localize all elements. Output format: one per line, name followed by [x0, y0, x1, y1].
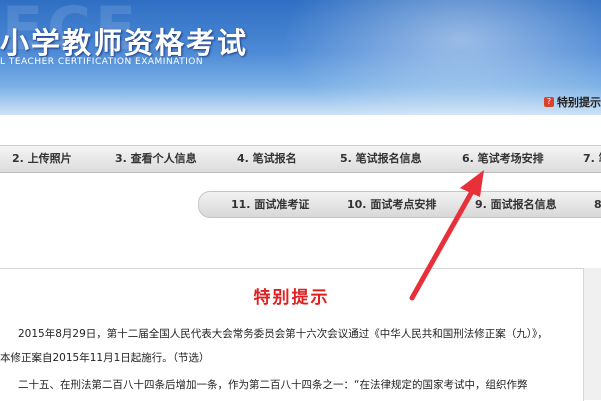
nav-row-1: 2. 上传照片 3. 查看个人信息 4. 笔试报名 5. 笔试报名信息 6. 笔… — [0, 145, 601, 173]
special-notice-label: 特别提示 — [557, 96, 601, 109]
site-title: 小学教师资格考试 — [0, 26, 249, 60]
content-panel: 特别提示 2015年8月29日，第十二届全国人民代表大会常务委员会第十六次会议通… — [0, 268, 584, 401]
special-notice-link[interactable]: ? 特别提示 — [544, 94, 601, 110]
scrollbar[interactable] — [584, 268, 601, 400]
nav-item-7[interactable]: 7. 笔 — [583, 146, 601, 172]
nav-row-2: 11. 面试准考证 10. 面试考点安排 9. 面试报名信息 8 — [198, 191, 601, 218]
nav-interview-venue-arrangement[interactable]: 10. 面试考点安排 — [347, 192, 436, 217]
content-paragraph-1: 2015年8月29日，第十二届全国人民代表大会常务委员会第十六次会议通过《中华人… — [18, 328, 548, 340]
nav-written-exam-arrangement[interactable]: 6. 笔试考场安排 — [462, 146, 544, 172]
nav-interview-admission-ticket[interactable]: 11. 面试准考证 — [231, 192, 309, 217]
question-icon: ? — [544, 97, 554, 107]
nav-item-8[interactable]: 8 — [594, 192, 601, 217]
content-paragraph-2: 本修正案自2015年11月1日起施行。（节选） — [0, 352, 210, 364]
content-heading: 特别提示 — [253, 288, 330, 308]
content-paragraph-3: 二十五、在刑法第二百八十四条后增加一条，作为第二百八十四条之一：“在法律规定的国… — [18, 379, 528, 391]
nav-interview-registration-info[interactable]: 9. 面试报名信息 — [475, 192, 557, 217]
nav-upload-photo[interactable]: 2. 上传照片 — [12, 146, 72, 172]
nav-written-registration-info[interactable]: 5. 笔试报名信息 — [340, 146, 422, 172]
header-banner: ECE 小学教师资格考试 L TEACHER CERTIFICATION EXA… — [0, 0, 601, 115]
nav-written-registration[interactable]: 4. 笔试报名 — [237, 146, 297, 172]
site-subtitle: L TEACHER CERTIFICATION EXAMINATION — [0, 57, 204, 67]
nav-view-personal-info[interactable]: 3. 查看个人信息 — [115, 146, 197, 172]
